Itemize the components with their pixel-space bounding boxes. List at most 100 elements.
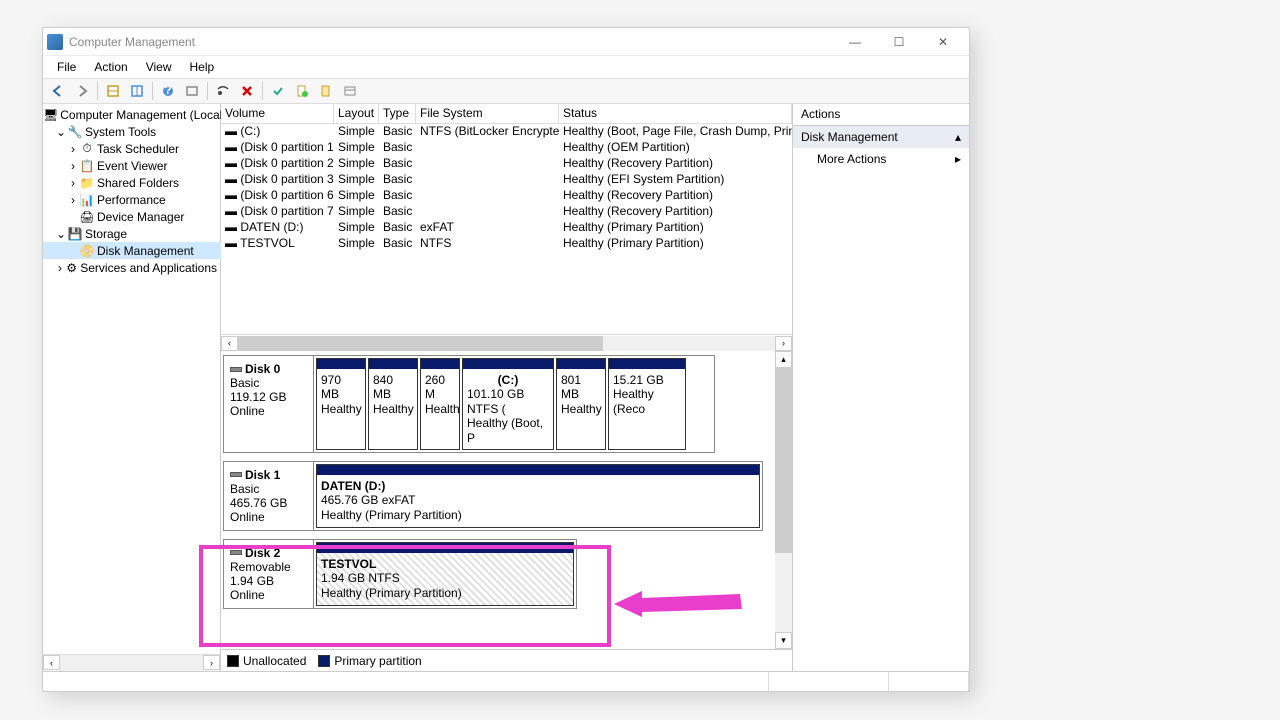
close-button[interactable]: ✕	[921, 28, 965, 56]
partition-testvol[interactable]: TESTVOL 1.94 GB NTFS Healthy (Primary Pa…	[316, 542, 574, 606]
minimize-button[interactable]: —	[833, 28, 877, 56]
col-volume[interactable]: Volume	[221, 104, 334, 123]
menubar: File Action View Help	[43, 56, 969, 78]
menu-help[interactable]: Help	[182, 58, 223, 76]
unallocated-swatch	[227, 655, 239, 667]
expand-icon[interactable]: ›	[67, 193, 79, 207]
tree-services[interactable]: Services and Applications	[80, 261, 217, 275]
show-hide-console-button[interactable]	[126, 80, 148, 102]
expand-icon[interactable]: ›	[55, 261, 65, 275]
expand-icon[interactable]: ⌄	[55, 227, 67, 241]
col-status[interactable]: Status	[559, 104, 792, 123]
main-panel: Volume Layout Type File System Status ▬ …	[221, 104, 793, 671]
navigation-tree[interactable]: 🖥Computer Management (Local ⌄🔧System Too…	[43, 104, 221, 654]
volume-row[interactable]: ▬ (Disk 0 partition 2)SimpleBasicHealthy…	[221, 156, 792, 172]
disk-2-row[interactable]: Disk 2 Removable 1.94 GB Online TESTVOL …	[223, 539, 577, 609]
refresh-button[interactable]	[181, 80, 203, 102]
disk-1-row[interactable]: Disk 1 Basic 465.76 GB Online DATEN (D:)…	[223, 461, 763, 531]
tree-scrollbar[interactable]: ‹›	[43, 654, 220, 671]
expand-icon[interactable]: ›	[67, 159, 79, 173]
disk-2-info: Disk 2 Removable 1.94 GB Online	[224, 540, 314, 608]
tools-icon: 🔧	[67, 124, 83, 140]
tree-storage[interactable]: Storage	[85, 227, 127, 241]
tree-system-tools[interactable]: System Tools	[85, 125, 156, 139]
list-button[interactable]	[339, 80, 361, 102]
properties-button[interactable]	[315, 80, 337, 102]
menu-view[interactable]: View	[138, 58, 180, 76]
tree-root[interactable]: Computer Management (Local	[60, 108, 221, 122]
legend: Unallocated Primary partition	[221, 649, 792, 671]
event-icon: 📋	[79, 158, 95, 174]
scroll-thumb[interactable]	[775, 368, 792, 553]
titlebar[interactable]: Computer Management — ☐ ✕	[43, 28, 969, 56]
scroll-left-icon[interactable]: ‹	[221, 336, 238, 351]
storage-icon: 💾	[67, 226, 83, 242]
scroll-thumb[interactable]	[238, 336, 603, 351]
partition[interactable]: 15.21 GBHealthy (Reco	[608, 358, 686, 450]
maximize-button[interactable]: ☐	[877, 28, 921, 56]
expand-icon[interactable]: ›	[67, 176, 79, 190]
actions-more[interactable]: More Actions ▸	[793, 148, 969, 170]
volume-row[interactable]: ▬ DATEN (D:)SimpleBasicexFATHealthy (Pri…	[221, 220, 792, 236]
tree-shared-folders[interactable]: Shared Folders	[97, 176, 179, 190]
collapse-icon[interactable]: ▴	[955, 130, 961, 144]
actions-disk-management[interactable]: Disk Management ▴	[793, 126, 969, 148]
show-hide-tree-button[interactable]	[102, 80, 124, 102]
statusbar	[43, 671, 969, 691]
legend-unallocated: Unallocated	[243, 654, 306, 668]
expand-icon[interactable]: ›	[67, 142, 79, 156]
volume-hscroll[interactable]: ‹ ›	[221, 334, 792, 351]
computer-icon: 🖥	[43, 107, 58, 123]
volume-row[interactable]: ▬ TESTVOLSimpleBasicNTFSHealthy (Primary…	[221, 236, 792, 252]
col-type[interactable]: Type	[379, 104, 416, 123]
tree-task-scheduler[interactable]: Task Scheduler	[97, 142, 179, 156]
partition[interactable]: 260 MHealth	[420, 358, 460, 450]
disk-graph[interactable]: Disk 0 Basic 119.12 GB Online 970 MBHeal…	[223, 355, 775, 649]
svg-text:?: ?	[164, 84, 171, 97]
check-button[interactable]	[267, 80, 289, 102]
disk-0-info: Disk 0 Basic 119.12 GB Online	[224, 356, 314, 452]
volume-row[interactable]: ▬ (Disk 0 partition 1)SimpleBasicHealthy…	[221, 140, 792, 156]
disk-1-info: Disk 1 Basic 465.76 GB Online	[224, 462, 314, 530]
volume-list[interactable]: ▬ (C:)SimpleBasicNTFS (BitLocker Encrypt…	[221, 124, 792, 334]
scroll-down-icon[interactable]: ▾	[775, 632, 792, 649]
graph-vscroll[interactable]: ▴ ▾	[775, 351, 792, 649]
forward-button[interactable]	[71, 80, 93, 102]
col-layout[interactable]: Layout	[334, 104, 379, 123]
actions-header: Actions	[793, 104, 969, 126]
partition-daten[interactable]: DATEN (D:) 465.76 GB exFAT Healthy (Prim…	[316, 464, 760, 528]
help-button[interactable]: ?	[157, 80, 179, 102]
folder-icon: 📁	[79, 175, 95, 191]
window-title: Computer Management	[69, 35, 833, 49]
disk-0-row[interactable]: Disk 0 Basic 119.12 GB Online 970 MBHeal…	[223, 355, 715, 453]
settings-button[interactable]	[212, 80, 234, 102]
tree-performance[interactable]: Performance	[97, 193, 166, 207]
scroll-right-icon[interactable]: ›	[775, 336, 792, 351]
volume-list-header[interactable]: Volume Layout Type File System Status	[221, 104, 792, 124]
partition[interactable]: 970 MBHealthy	[316, 358, 366, 450]
new-button[interactable]	[291, 80, 313, 102]
partition[interactable]: 801 MBHealthy	[556, 358, 606, 450]
menu-action[interactable]: Action	[86, 58, 135, 76]
partition[interactable]: (C:)101.10 GB NTFS (Healthy (Boot, P	[462, 358, 554, 450]
disk-icon: 📀	[79, 243, 95, 259]
menu-file[interactable]: File	[49, 58, 84, 76]
tree-device-manager[interactable]: Device Manager	[97, 210, 184, 224]
device-icon: 🖨	[79, 209, 95, 225]
volume-row[interactable]: ▬ (Disk 0 partition 7)SimpleBasicHealthy…	[221, 204, 792, 220]
partition[interactable]: 840 MBHealthy	[368, 358, 418, 450]
scroll-up-icon[interactable]: ▴	[775, 351, 792, 368]
volume-row[interactable]: ▬ (C:)SimpleBasicNTFS (BitLocker Encrypt…	[221, 124, 792, 140]
col-filesystem[interactable]: File System	[416, 104, 559, 123]
delete-button[interactable]	[236, 80, 258, 102]
computer-management-window: Computer Management — ☐ ✕ File Action Vi…	[42, 27, 970, 692]
volume-row[interactable]: ▬ (Disk 0 partition 3)SimpleBasicHealthy…	[221, 172, 792, 188]
volume-row[interactable]: ▬ (Disk 0 partition 6)SimpleBasicHealthy…	[221, 188, 792, 204]
toolbar: ?	[43, 78, 969, 104]
submenu-icon: ▸	[955, 152, 961, 166]
back-button[interactable]	[47, 80, 69, 102]
tree-disk-management[interactable]: Disk Management	[97, 244, 194, 258]
tree-event-viewer[interactable]: Event Viewer	[97, 159, 167, 173]
expand-icon[interactable]: ⌄	[55, 125, 67, 139]
services-icon: ⚙	[65, 260, 78, 276]
